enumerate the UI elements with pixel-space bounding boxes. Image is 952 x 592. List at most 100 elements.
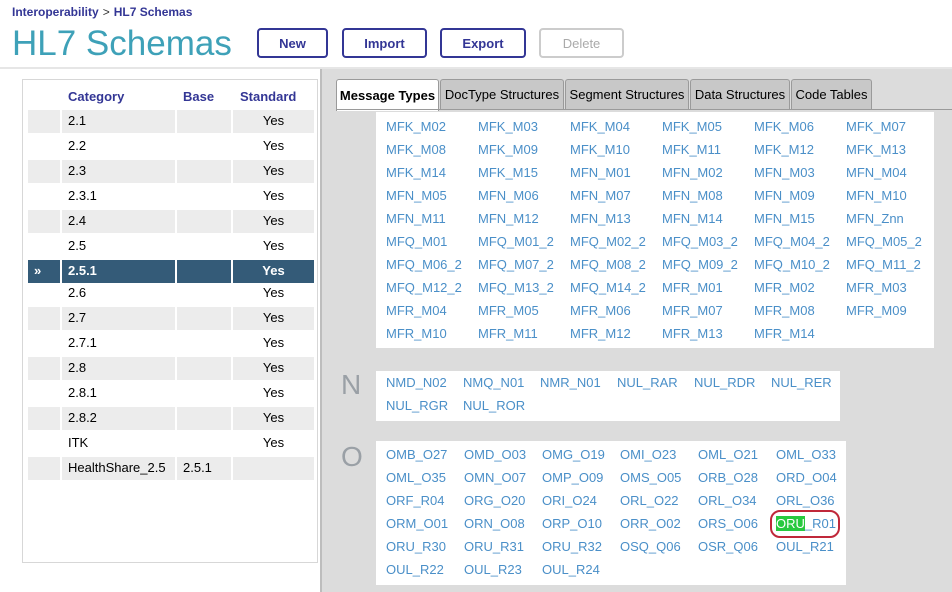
message-type-link[interactable]: MFQ_M01 [386,234,447,249]
category-row[interactable]: 2.8.1 Yes [28,382,314,405]
message-type-link[interactable]: MFQ_M11_2 [846,257,921,272]
message-type-link[interactable]: MFK_M04 [570,119,630,134]
message-type-link[interactable]: MFR_M08 [754,303,815,318]
message-type-link[interactable]: ORL_O34 [698,493,757,508]
message-type-link[interactable]: NMR_N01 [540,375,601,390]
category-row[interactable]: 2.6 Yes [28,282,314,305]
category-row[interactable]: 2.4 Yes [28,210,314,233]
message-type-link[interactable]: MFN_M04 [846,165,907,180]
message-type-link[interactable]: MFN_M15 [754,211,815,226]
message-type-link[interactable]: MFK_M10 [570,142,630,157]
message-type-link[interactable]: ORD_O04 [776,470,837,485]
message-type-link[interactable]: MFR_M03 [846,280,907,295]
message-type-link[interactable]: MFR_M09 [846,303,907,318]
message-type-link[interactable]: MFQ_M10_2 [754,257,830,272]
message-type-link[interactable]: ORL_O36 [776,493,835,508]
message-type-link[interactable]: MFK_M02 [386,119,446,134]
tab-doctype-structures[interactable]: DocType Structures [440,79,564,109]
category-row[interactable]: 2.3 Yes [28,160,314,183]
message-type-link[interactable]: MFQ_M08_2 [570,257,646,272]
export-button[interactable]: Export [440,28,526,58]
message-type-link[interactable]: ORG_O20 [464,493,525,508]
message-type-link[interactable]: OML_O35 [386,470,446,485]
message-type-link[interactable]: ORF_R04 [386,493,445,508]
message-type-link[interactable]: ORB_O28 [698,470,758,485]
message-type-link[interactable]: MFN_M13 [570,211,631,226]
message-type-link[interactable]: MFN_M03 [754,165,815,180]
message-type-link[interactable]: MFQ_M06_2 [386,257,462,272]
category-row[interactable]: 2.3.1 Yes [28,185,314,208]
message-type-link[interactable]: MFR_M07 [662,303,723,318]
message-type-link[interactable]: MFQ_M01_2 [478,234,554,249]
category-row[interactable]: 2.8.2 Yes [28,407,314,430]
message-type-link[interactable]: OSR_Q06 [698,539,758,554]
delete-button[interactable]: Delete [539,28,624,58]
message-type-link[interactable]: MFR_M06 [570,303,631,318]
message-type-link[interactable]: OMD_O03 [464,447,526,462]
message-type-link[interactable]: NUL_RDR [694,375,755,390]
category-row[interactable]: 2.2 Yes [28,135,314,158]
message-type-link[interactable]: ORU_R31 [464,539,524,554]
message-type-link[interactable]: OMP_O09 [542,470,603,485]
message-type-link[interactable]: OMN_O07 [464,470,526,485]
message-type-link[interactable]: MFK_M07 [846,119,906,134]
category-row[interactable]: 2.5 Yes [28,235,314,258]
category-row[interactable]: 2.7.1 Yes [28,332,314,355]
message-type-link[interactable]: MFQ_M14_2 [570,280,646,295]
category-row[interactable]: 2.8 Yes [28,357,314,380]
message-type-link[interactable]: OMG_O19 [542,447,605,462]
message-type-link[interactable]: MFN_M07 [570,188,631,203]
message-type-link[interactable]: MFN_M11 [386,211,446,226]
message-type-link[interactable]: MFN_M10 [846,188,907,203]
message-type-link[interactable]: OUL_R22 [386,562,444,577]
message-type-link[interactable]: MFK_M15 [478,165,538,180]
message-type-link[interactable]: MFR_M14 [754,326,815,341]
breadcrumb-parent-link[interactable]: Interoperability [12,5,99,19]
message-type-link[interactable]: MFR_M01 [662,280,723,295]
message-type-link[interactable]: MFQ_M05_2 [846,234,922,249]
message-type-link[interactable]: MFQ_M13_2 [478,280,554,295]
message-type-link[interactable]: ORU_R32 [542,539,602,554]
message-type-link[interactable]: NUL_RAR [617,375,678,390]
message-type-link[interactable]: OMS_O05 [620,470,681,485]
message-type-link[interactable]: MFQ_M03_2 [662,234,738,249]
message-type-link[interactable]: MFK_M12 [754,142,814,157]
message-type-link[interactable]: MFQ_M04_2 [754,234,830,249]
message-type-link[interactable]: MFR_M13 [662,326,723,341]
message-type-link[interactable]: OUL_R21 [776,539,834,554]
message-type-link[interactable]: NUL_RGR [386,398,448,413]
message-type-link[interactable]: ORR_O02 [620,516,681,531]
message-type-link[interactable]: MFK_M05 [662,119,722,134]
message-type-link[interactable]: ORN_O08 [464,516,525,531]
message-type-link[interactable]: MFN_M14 [662,211,723,226]
message-type-link[interactable]: MFQ_M07_2 [478,257,554,272]
message-type-link[interactable]: MFK_M03 [478,119,538,134]
message-type-link[interactable]: ORI_O24 [542,493,597,508]
message-type-link[interactable]: MFQ_M02_2 [570,234,646,249]
import-button[interactable]: Import [342,28,427,58]
message-type-link[interactable]: MFN_Znn [846,211,904,226]
column-header-base[interactable]: Base [183,89,214,104]
message-type-link[interactable]: ORS_O06 [698,516,758,531]
category-row[interactable]: 2.1 Yes [28,110,314,133]
message-type-link[interactable]: MFN_M01 [570,165,631,180]
column-header-category[interactable]: Category [68,89,124,104]
message-type-link[interactable]: MFK_M06 [754,119,814,134]
message-type-link[interactable]: MFR_M11 [478,326,538,341]
message-type-link[interactable]: MFR_M02 [754,280,815,295]
new-button[interactable]: New [257,28,328,58]
category-row[interactable]: HealthShare_2.5 2.5.1 [28,457,314,480]
message-type-link[interactable]: MFQ_M12_2 [386,280,462,295]
message-type-link[interactable]: ORL_O22 [620,493,679,508]
message-type-link[interactable]: OUL_R24 [542,562,600,577]
message-type-link[interactable]: NMD_N02 [386,375,447,390]
message-type-link[interactable]: OMI_O23 [620,447,676,462]
tab-code-tables[interactable]: Code Tables [791,79,872,109]
message-type-link[interactable]: ORM_O01 [386,516,448,531]
message-type-link[interactable]: NMQ_N01 [463,375,524,390]
message-type-link[interactable]: MFN_M09 [754,188,815,203]
message-type-link[interactable]: OML_O33 [776,447,836,462]
message-type-link[interactable]: MFK_M13 [846,142,906,157]
tab-segment-structures[interactable]: Segment Structures [565,79,689,109]
message-type-link[interactable]: MFN_M08 [662,188,723,203]
